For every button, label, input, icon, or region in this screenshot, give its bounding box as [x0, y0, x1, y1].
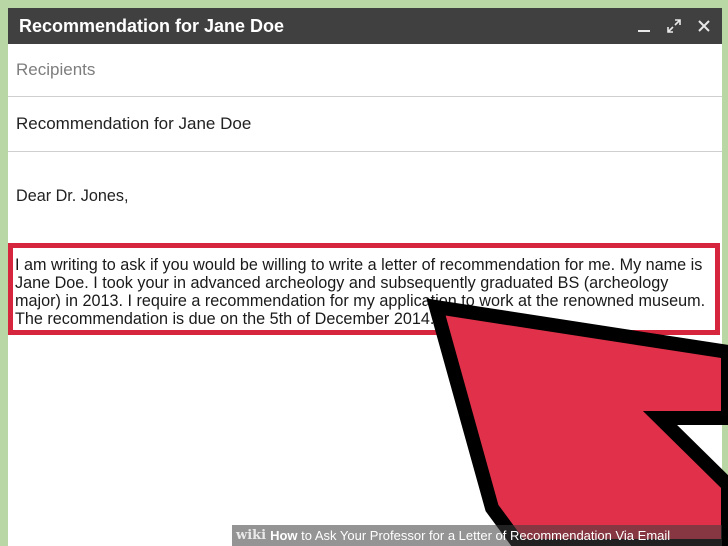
greeting-line: Dear Dr. Jones,: [16, 187, 129, 205]
compose-titlebar: Recommendation for Jane Doe: [8, 8, 722, 44]
footer-title-rest: to Ask Your Professor for a Letter of Re…: [297, 528, 671, 543]
compose-title: Recommendation for Jane Doe: [19, 15, 285, 36]
subject-input[interactable]: [16, 114, 722, 134]
recipients-input[interactable]: [16, 60, 722, 80]
subject-row: [8, 97, 722, 152]
recipients-row: [8, 44, 722, 97]
footer-caption: wiki How to Ask Your Professor for a Let…: [232, 525, 722, 546]
compose-window: Recommendation for Jane Doe Dear Dr. Jon…: [8, 8, 722, 546]
footer-title: How to Ask Your Professor for a Letter o…: [270, 528, 670, 543]
wiki-logo: wiki: [236, 528, 267, 543]
footer-title-bold: How: [270, 528, 298, 543]
close-icon[interactable]: [696, 18, 712, 34]
message-body[interactable]: Dear Dr. Jones, I am writing to ask if y…: [8, 187, 722, 335]
request-paragraph: I am writing to ask if you would be will…: [15, 256, 706, 328]
minimize-icon[interactable]: [636, 18, 652, 34]
expand-icon[interactable]: [666, 18, 682, 34]
window-controls: [636, 18, 712, 34]
